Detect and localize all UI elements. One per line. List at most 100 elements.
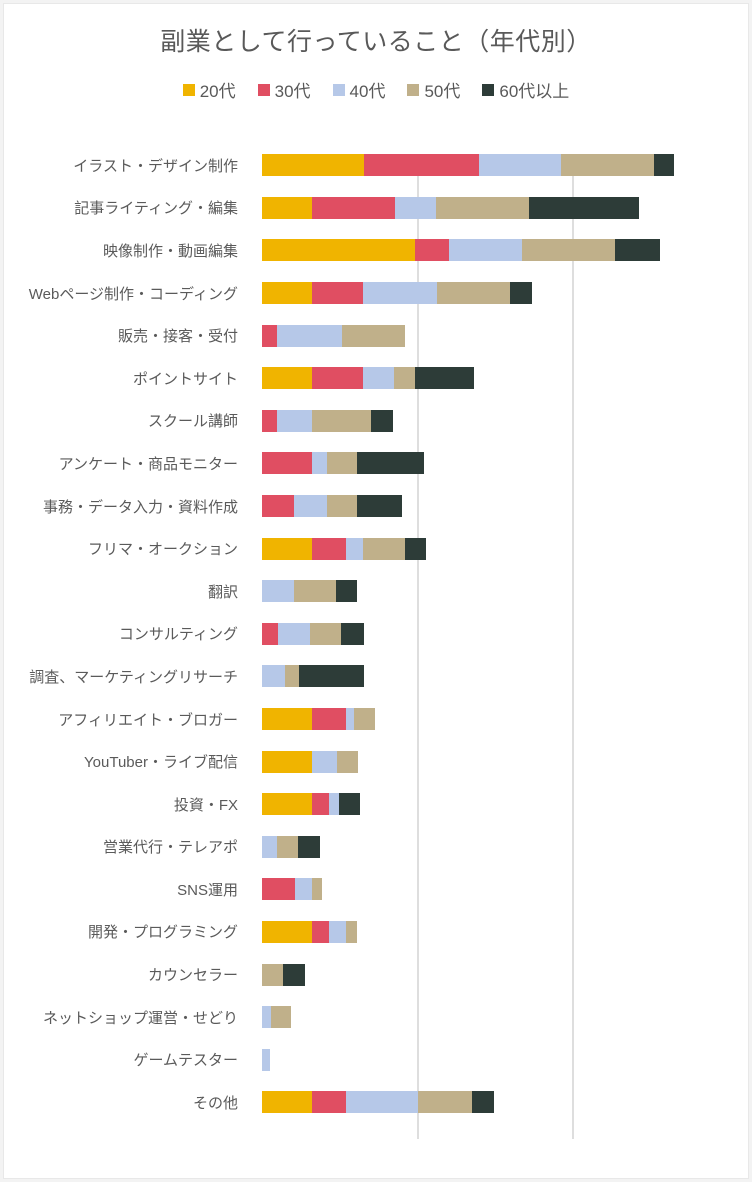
bar-segment[interactable] bbox=[278, 622, 311, 645]
legend-item[interactable]: 50代 bbox=[407, 77, 460, 102]
bar-segment[interactable] bbox=[282, 963, 305, 986]
legend-item[interactable]: 60代以上 bbox=[482, 77, 569, 102]
stacked-bar[interactable] bbox=[262, 409, 393, 432]
bar-segment[interactable] bbox=[357, 495, 403, 518]
bar-segment[interactable] bbox=[311, 409, 372, 432]
stacked-bar[interactable] bbox=[262, 622, 365, 645]
legend-item[interactable]: 30代 bbox=[257, 77, 311, 102]
bar-segment[interactable] bbox=[614, 239, 660, 262]
legend-item[interactable]: 20代 bbox=[182, 77, 236, 102]
bar-segment[interactable] bbox=[312, 537, 346, 560]
bar-segment[interactable] bbox=[262, 239, 415, 262]
bar-segment[interactable] bbox=[338, 793, 361, 816]
bar-segment[interactable] bbox=[293, 580, 336, 603]
bar-segment[interactable] bbox=[362, 282, 438, 305]
bar-segment[interactable] bbox=[262, 367, 313, 390]
bar-segment[interactable] bbox=[417, 1091, 473, 1114]
bar-segment[interactable] bbox=[298, 835, 321, 858]
bar-segment[interactable] bbox=[509, 282, 532, 305]
stacked-bar[interactable] bbox=[262, 154, 675, 177]
bar-segment[interactable] bbox=[262, 282, 313, 305]
stacked-bar[interactable] bbox=[262, 580, 358, 603]
bar-segment[interactable] bbox=[262, 1091, 313, 1114]
bar-segment[interactable] bbox=[327, 452, 358, 475]
bar-segment[interactable] bbox=[337, 750, 359, 773]
stacked-bar[interactable] bbox=[262, 537, 426, 560]
bar-segment[interactable] bbox=[293, 495, 328, 518]
bar-segment[interactable] bbox=[448, 239, 522, 262]
bar-segment[interactable] bbox=[436, 196, 530, 219]
bar-segment[interactable] bbox=[262, 154, 365, 177]
bar-segment[interactable] bbox=[262, 196, 313, 219]
bar-segment[interactable] bbox=[262, 580, 294, 603]
bar-segment[interactable] bbox=[262, 452, 313, 475]
bar-segment[interactable] bbox=[414, 239, 449, 262]
bar-segment[interactable] bbox=[654, 154, 675, 177]
bar-segment[interactable] bbox=[262, 1048, 270, 1071]
bar-segment[interactable] bbox=[262, 878, 296, 901]
stacked-bar[interactable] bbox=[262, 920, 357, 943]
bar-segment[interactable] bbox=[312, 282, 363, 305]
bar-segment[interactable] bbox=[521, 239, 615, 262]
bar-segment[interactable] bbox=[357, 452, 424, 475]
stacked-bar[interactable] bbox=[262, 793, 361, 816]
bar-segment[interactable] bbox=[472, 1091, 494, 1114]
bar-segment[interactable] bbox=[262, 409, 277, 432]
bar-segment[interactable] bbox=[299, 665, 364, 688]
stacked-bar[interactable] bbox=[262, 665, 364, 688]
bar-segment[interactable] bbox=[262, 622, 279, 645]
bar-segment[interactable] bbox=[312, 750, 338, 773]
bar-segment[interactable] bbox=[312, 708, 347, 731]
bar-segment[interactable] bbox=[346, 920, 357, 943]
bar-segment[interactable] bbox=[312, 452, 328, 475]
bar-segment[interactable] bbox=[329, 920, 347, 943]
bar-segment[interactable] bbox=[354, 708, 376, 731]
bar-segment[interactable] bbox=[529, 196, 640, 219]
bar-segment[interactable] bbox=[437, 282, 510, 305]
stacked-bar[interactable] bbox=[262, 239, 660, 262]
bar-segment[interactable] bbox=[271, 1006, 292, 1029]
bar-segment[interactable] bbox=[262, 1006, 272, 1029]
bar-segment[interactable] bbox=[341, 622, 365, 645]
stacked-bar[interactable] bbox=[262, 495, 403, 518]
bar-segment[interactable] bbox=[312, 920, 330, 943]
bar-segment[interactable] bbox=[276, 835, 299, 858]
stacked-bar[interactable] bbox=[262, 196, 640, 219]
bar-segment[interactable] bbox=[393, 367, 416, 390]
bar-segment[interactable] bbox=[262, 793, 313, 816]
bar-segment[interactable] bbox=[327, 495, 358, 518]
bar-segment[interactable] bbox=[285, 665, 300, 688]
bar-segment[interactable] bbox=[346, 708, 355, 731]
stacked-bar[interactable] bbox=[262, 452, 424, 475]
bar-segment[interactable] bbox=[262, 750, 313, 773]
bar-segment[interactable] bbox=[262, 963, 283, 986]
legend-item[interactable]: 40代 bbox=[332, 77, 385, 102]
stacked-bar[interactable] bbox=[262, 324, 405, 347]
stacked-bar[interactable] bbox=[262, 963, 305, 986]
stacked-bar[interactable] bbox=[262, 750, 359, 773]
bar-segment[interactable] bbox=[346, 1091, 418, 1114]
bar-segment[interactable] bbox=[371, 409, 393, 432]
bar-segment[interactable] bbox=[362, 537, 405, 560]
stacked-bar[interactable] bbox=[262, 367, 475, 390]
bar-segment[interactable] bbox=[561, 154, 655, 177]
bar-segment[interactable] bbox=[276, 324, 342, 347]
stacked-bar[interactable] bbox=[262, 835, 321, 858]
bar-segment[interactable] bbox=[312, 367, 363, 390]
bar-segment[interactable] bbox=[276, 409, 312, 432]
bar-segment[interactable] bbox=[478, 154, 562, 177]
bar-segment[interactable] bbox=[262, 537, 313, 560]
bar-segment[interactable] bbox=[262, 920, 313, 943]
bar-segment[interactable] bbox=[312, 196, 395, 219]
stacked-bar[interactable] bbox=[262, 1091, 494, 1114]
bar-segment[interactable] bbox=[312, 878, 322, 901]
bar-segment[interactable] bbox=[404, 537, 426, 560]
bar-segment[interactable] bbox=[341, 324, 405, 347]
stacked-bar[interactable] bbox=[262, 282, 532, 305]
bar-segment[interactable] bbox=[295, 878, 313, 901]
stacked-bar[interactable] bbox=[262, 878, 322, 901]
bar-segment[interactable] bbox=[312, 1091, 347, 1114]
bar-segment[interactable] bbox=[394, 196, 437, 219]
bar-segment[interactable] bbox=[262, 665, 286, 688]
bar-segment[interactable] bbox=[362, 367, 394, 390]
